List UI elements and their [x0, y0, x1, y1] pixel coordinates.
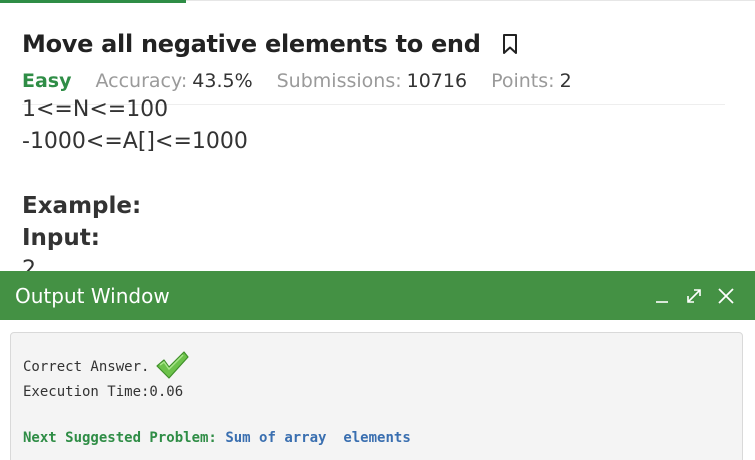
next-suggested-problem: Next Suggested Problem: Sum of array ele…	[23, 430, 411, 446]
bookmark-icon[interactable]	[501, 33, 519, 55]
execution-time: Execution Time:0.06	[23, 384, 184, 400]
difficulty-badge: Easy	[22, 70, 72, 92]
problem-header: Move all negative elements to end Easy A…	[22, 30, 725, 92]
problem-title: Move all negative elements to end	[22, 30, 481, 58]
top-divider	[186, 0, 755, 1]
next-suggested-label: Next Suggested Problem:	[23, 430, 217, 446]
check-icon	[155, 350, 190, 380]
example-heading: Example:	[22, 193, 142, 219]
close-icon[interactable]	[717, 287, 735, 305]
expand-icon[interactable]	[685, 287, 703, 305]
progress-indicator	[0, 0, 186, 3]
points-value: 2	[559, 70, 572, 92]
points-label: Points:	[491, 70, 555, 92]
output-window-title: Output Window	[15, 283, 170, 308]
window-controls	[653, 287, 735, 305]
result-line: Correct Answer.	[23, 351, 190, 380]
problem-meta: Easy Accuracy: 43.5% Submissions: 10716 …	[22, 70, 725, 92]
input-value: 2	[22, 257, 36, 271]
problem-page: Move all negative elements to end Easy A…	[0, 0, 755, 460]
submissions-label: Submissions:	[276, 70, 402, 92]
input-heading: Input:	[22, 225, 100, 251]
next-problem-link[interactable]: Sum of array elements	[225, 430, 410, 446]
result-text: Correct Answer.	[23, 359, 150, 375]
output-window: Output Window Correct Answer. Execution …	[0, 271, 755, 460]
minimize-icon[interactable]	[653, 287, 671, 305]
title-row: Move all negative elements to end	[22, 30, 725, 58]
accuracy-label: Accuracy:	[95, 70, 188, 92]
submissions-value: 10716	[406, 70, 468, 92]
accuracy-value: 43.5%	[192, 70, 253, 92]
constraint-a: -1000<=A[]<=1000	[22, 129, 248, 154]
constraint-n: 1<=N<=100	[22, 97, 169, 122]
problem-statement: 1<=N<=100 -1000<=A[]<=1000 Example: Inpu…	[22, 96, 725, 271]
output-panel: Correct Answer. Execution Time:0.06 Next…	[10, 332, 743, 460]
output-window-header: Output Window	[0, 271, 755, 320]
